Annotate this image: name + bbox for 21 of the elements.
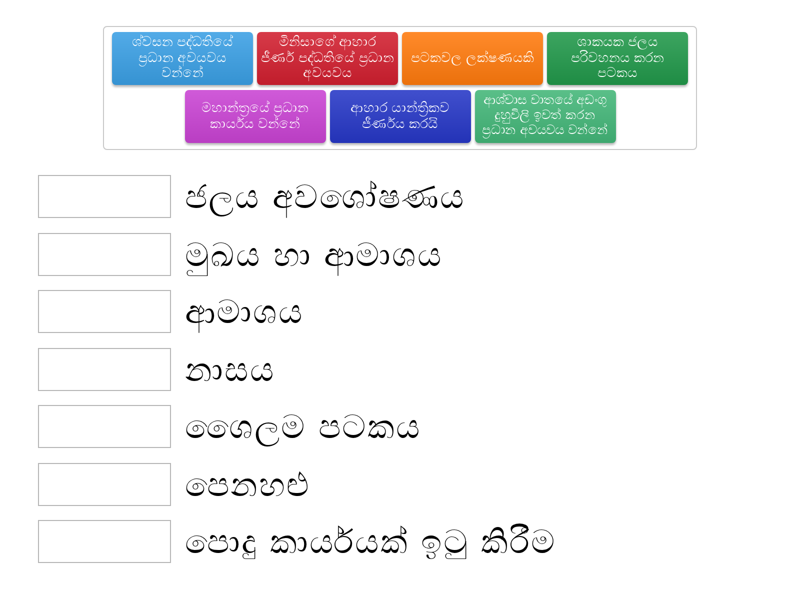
answer-box[interactable]	[38, 175, 171, 218]
answer-box[interactable]	[38, 232, 171, 276]
answer-box[interactable]	[38, 520, 171, 563]
answer-box[interactable]	[38, 290, 171, 333]
answer-tile[interactable]: පටකවල ලක්ෂණයකි	[402, 32, 543, 85]
prompt-text: ශෛලම පටකය	[184, 406, 422, 448]
answer-box[interactable]	[38, 462, 171, 506]
answer-box[interactable]	[38, 405, 171, 448]
prompt-text: මුඛය හා ආමාශය	[183, 230, 445, 278]
answer-tile[interactable]: මිනිසාගේ ආහාර ජීර්ණ පද්ධතියේ ප්‍රධාන අවයවය	[257, 32, 398, 85]
prompt-text: නාසය	[184, 348, 276, 390]
answer-tile[interactable]: ශාකයක ජලය පරිවහනය කරන පටකය	[547, 32, 688, 85]
prompt-text: ආමාශය	[184, 291, 305, 335]
prompt-text: ජලය අවශෝෂණය	[184, 176, 466, 220]
answer-tile[interactable]: ශ්වසන පද්ධතියේ ප්‍රධාන අවයවය වන්නේ	[112, 32, 253, 85]
answer-tile[interactable]: මහාන්ත්‍රයේ ප්‍රධාන කාර්යය වන්නේ	[184, 90, 326, 143]
answer-tile[interactable]: ආහාර යාන්ත්‍රිකව ජීර්ණය කරයි	[330, 90, 470, 143]
prompt-text: පෙනහළු	[184, 464, 311, 506]
prompt-text: පොදු කාර්යයක් ඉටු කිරීම	[184, 521, 558, 563]
answer-box[interactable]	[38, 348, 171, 390]
answer-tile[interactable]: ආශ්වාස වාතයේ අඩංගු දුහුවිලි ඉවත් කරන ප්‍රධාන අවයවය වන්නේ	[474, 90, 616, 143]
